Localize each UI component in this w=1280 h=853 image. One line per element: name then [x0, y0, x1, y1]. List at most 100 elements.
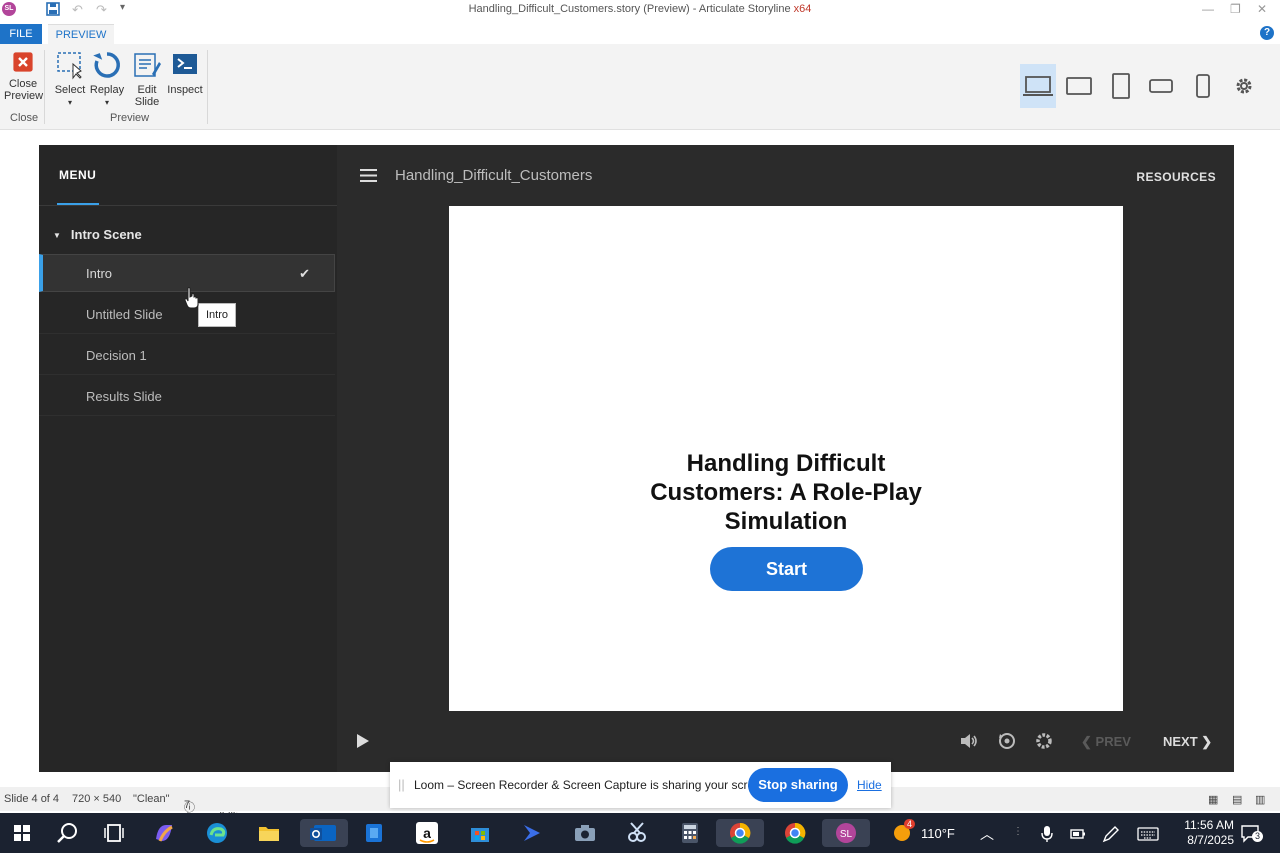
keyboard-icon[interactable]: [1137, 827, 1159, 841]
sharing-message: Loom – Screen Recorder & Screen Capture …: [414, 778, 771, 792]
svg-text:SL: SL: [840, 829, 853, 840]
close-preview-icon: [13, 52, 33, 72]
loom-sharing-bar: || Loom – Screen Recorder & Screen Captu…: [390, 762, 891, 808]
slide-dimensions: 720 × 540: [72, 793, 122, 805]
start-button[interactable]: Start: [710, 547, 863, 591]
settings-gear-icon[interactable]: [1226, 64, 1262, 108]
replay-button[interactable]: Replay ▾: [89, 50, 125, 109]
microphone-icon[interactable]: [1040, 825, 1054, 843]
course-player: MENU ▼ Intro Scene Intro ✔ Untitled Slide…: [39, 145, 1234, 772]
tab-file[interactable]: FILE: [0, 24, 42, 44]
volume-icon[interactable]: [959, 731, 979, 751]
next-button[interactable]: NEXT ❯: [1163, 734, 1212, 750]
camera-icon[interactable]: [571, 819, 599, 847]
caret-down-icon: ▼: [53, 231, 61, 241]
power-automate-icon[interactable]: [518, 819, 546, 847]
pen-icon[interactable]: [1102, 825, 1120, 843]
windows-start-icon[interactable]: [8, 819, 36, 847]
menu-item-results-slide[interactable]: Results Slide: [39, 378, 335, 416]
outlook-new-icon[interactable]: [360, 819, 388, 847]
hide-link[interactable]: Hide: [857, 778, 882, 792]
task-view-icon[interactable]: [100, 819, 128, 847]
search-icon[interactable]: [54, 819, 82, 847]
notifications-button[interactable]: 3: [1240, 823, 1263, 846]
checkmark-icon: ✔: [299, 266, 310, 281]
hand-cursor-icon: [184, 287, 199, 309]
player-settings-icon[interactable]: [1034, 731, 1054, 751]
copilot-icon[interactable]: [150, 819, 178, 847]
outlook-icon: [310, 825, 336, 841]
temperature: 110°F: [921, 826, 955, 841]
ribbon: Close Preview Close Select ▾ Replay ▾ Edit S…: [0, 44, 1280, 130]
prev-button[interactable]: ❮ PREV: [1081, 734, 1131, 750]
chrome-icon[interactable]: [781, 819, 809, 847]
chevron-left-icon: ❮: [1081, 734, 1092, 749]
play-icon[interactable]: [355, 733, 371, 749]
amazon-icon[interactable]: a: [413, 819, 441, 847]
edit-slide-icon: [134, 53, 161, 77]
tablet-portrait-icon[interactable]: [1103, 64, 1139, 108]
sidebar-divider: [39, 205, 337, 206]
phone-landscape-icon[interactable]: [1143, 64, 1179, 108]
show-hidden-icons-chevron-icon[interactable]: ︿: [980, 824, 994, 844]
calculator-icon[interactable]: [676, 819, 704, 847]
weather-badge: 4: [904, 819, 916, 829]
slide-title: Handling Difficult Customers: A Role-Play…: [650, 450, 922, 535]
minimize-icon[interactable]: —: [1202, 2, 1214, 16]
replay-icon: [93, 52, 120, 78]
menu-item-decision-1[interactable]: Decision 1: [39, 337, 335, 375]
close-group-label: Close: [10, 112, 39, 124]
desktop-view-icon[interactable]: [1020, 64, 1056, 108]
edge-browser-icon[interactable]: [203, 819, 231, 847]
theme-name: "Clean": [133, 793, 170, 805]
help-icon[interactable]: ?: [1260, 26, 1274, 40]
storyline-app-icon: SL: [836, 823, 856, 843]
chrome-icon: [730, 822, 751, 844]
stop-sharing-button[interactable]: Stop sharing: [748, 768, 848, 802]
chevron-right-icon: ❯: [1201, 734, 1213, 749]
taskbar-storyline[interactable]: SL: [822, 819, 870, 847]
edit-slide-button[interactable]: Edit Slide: [130, 50, 164, 108]
slide-stage: Handling Difficult Customers: A Role-Play…: [449, 206, 1123, 711]
inspect-button[interactable]: Inspect: [166, 50, 204, 96]
pen-dot-icon: ⋮: [1013, 826, 1023, 837]
close-preview-button[interactable]: Close Preview: [4, 50, 43, 102]
player-sidebar: MENU ▼ Intro Scene Intro ✔ Untitled Slide…: [39, 145, 337, 772]
phone-portrait-icon[interactable]: [1185, 64, 1221, 108]
snipping-tool-icon[interactable]: [623, 819, 651, 847]
drag-handle-icon[interactable]: ||: [398, 777, 405, 792]
inspect-icon: [173, 54, 197, 74]
normal-view-icon[interactable]: ▦: [1208, 793, 1218, 806]
microsoft-store-icon[interactable]: [466, 819, 494, 847]
ribbon-separator: [207, 50, 208, 124]
ribbon-tabs: FILE PREVIEW ?: [0, 24, 1280, 44]
preview-group-label: Preview: [110, 112, 150, 124]
ribbon-separator: [44, 50, 45, 124]
scene-heading[interactable]: ▼ Intro Scene: [53, 227, 142, 242]
window-title: Handling_Difficult_Customers.story (Prev…: [468, 3, 812, 15]
battery-icon[interactable]: [1070, 827, 1086, 841]
resources-button[interactable]: RESOURCES: [1136, 170, 1216, 184]
tab-preview[interactable]: PREVIEW: [48, 24, 114, 44]
select-icon: [57, 52, 82, 80]
windows-taskbar: a SL 4 110°F ︿ ⋮ 11:56 AM 8/7/2025 3: [0, 813, 1280, 853]
title-bar: SL ↶ ↷ ▾ Handling_Difficult_Customers.st…: [0, 0, 1280, 22]
maximize-icon[interactable]: ❐: [1230, 2, 1241, 16]
reading-view-icon[interactable]: ▥: [1255, 793, 1265, 806]
file-explorer-icon[interactable]: [255, 819, 283, 847]
course-title: Handling_Difficult_Customers: [395, 167, 593, 184]
weather-widget[interactable]: 4 110°F: [892, 819, 955, 846]
select-button[interactable]: Select ▾: [52, 50, 88, 109]
svg-text:a: a: [423, 825, 431, 841]
taskbar-chrome-profile[interactable]: [716, 819, 764, 847]
notification-count: 3: [1252, 831, 1263, 842]
system-clock[interactable]: 11:56 AM 8/7/2025: [1184, 818, 1234, 848]
hamburger-menu-icon[interactable]: [360, 169, 377, 182]
tablet-landscape-icon[interactable]: [1061, 64, 1097, 108]
menu-tab[interactable]: MENU: [59, 168, 96, 182]
close-window-icon[interactable]: ✕: [1257, 2, 1267, 16]
taskbar-outlook[interactable]: [300, 819, 348, 847]
replay-slide-icon[interactable]: [997, 731, 1017, 751]
slide-position: Slide 4 of 4: [4, 793, 60, 805]
slide-sorter-icon[interactable]: ▤: [1232, 793, 1242, 806]
